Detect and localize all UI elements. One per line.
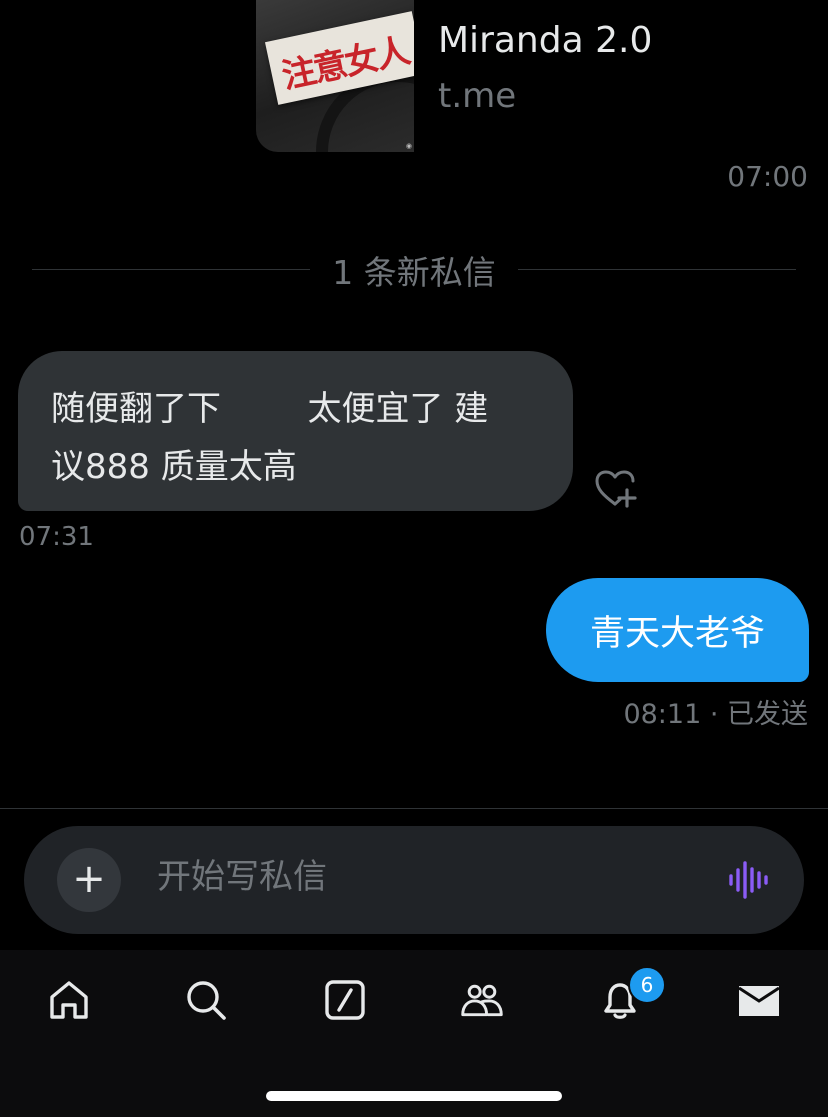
sent-message-bubble[interactable]: 青天大老爷: [546, 578, 809, 682]
received-message-bubble[interactable]: 随便翻了下 太便宜了 建 议888 质量太高: [18, 351, 573, 511]
received-message-line: 随便翻了下 太便宜了 建: [51, 389, 489, 429]
received-message-line: 议888 质量太高: [51, 447, 297, 487]
link-preview-thumbnail[interactable]: 注意女人 ◉: [256, 0, 414, 152]
message-input[interactable]: [157, 857, 677, 897]
sent-message-status: 08:11 · 已发送: [623, 699, 808, 730]
communities-icon[interactable]: [460, 978, 504, 1022]
message-timestamp: 07:00: [727, 160, 808, 193]
notifications-badge: 6: [628, 966, 666, 1004]
link-preview-domain: t.me: [438, 76, 517, 116]
composer-separator: [0, 808, 828, 809]
thumbnail-watermark: ◉: [405, 142, 412, 150]
home-indicator: [266, 1091, 562, 1101]
plus-icon[interactable]: +: [57, 848, 121, 912]
link-preview-title[interactable]: Miranda 2.0: [438, 20, 652, 61]
messages-icon[interactable]: [737, 978, 781, 1022]
message-composer: +: [24, 826, 804, 934]
grok-icon[interactable]: [323, 978, 367, 1022]
message-timestamp: 07:31: [19, 522, 94, 552]
search-icon[interactable]: [184, 978, 228, 1022]
new-messages-divider: 1 条新私信: [332, 253, 496, 292]
heart-plus-icon[interactable]: [593, 468, 637, 508]
voice-wave-icon[interactable]: [728, 860, 768, 900]
home-icon[interactable]: [47, 978, 91, 1022]
